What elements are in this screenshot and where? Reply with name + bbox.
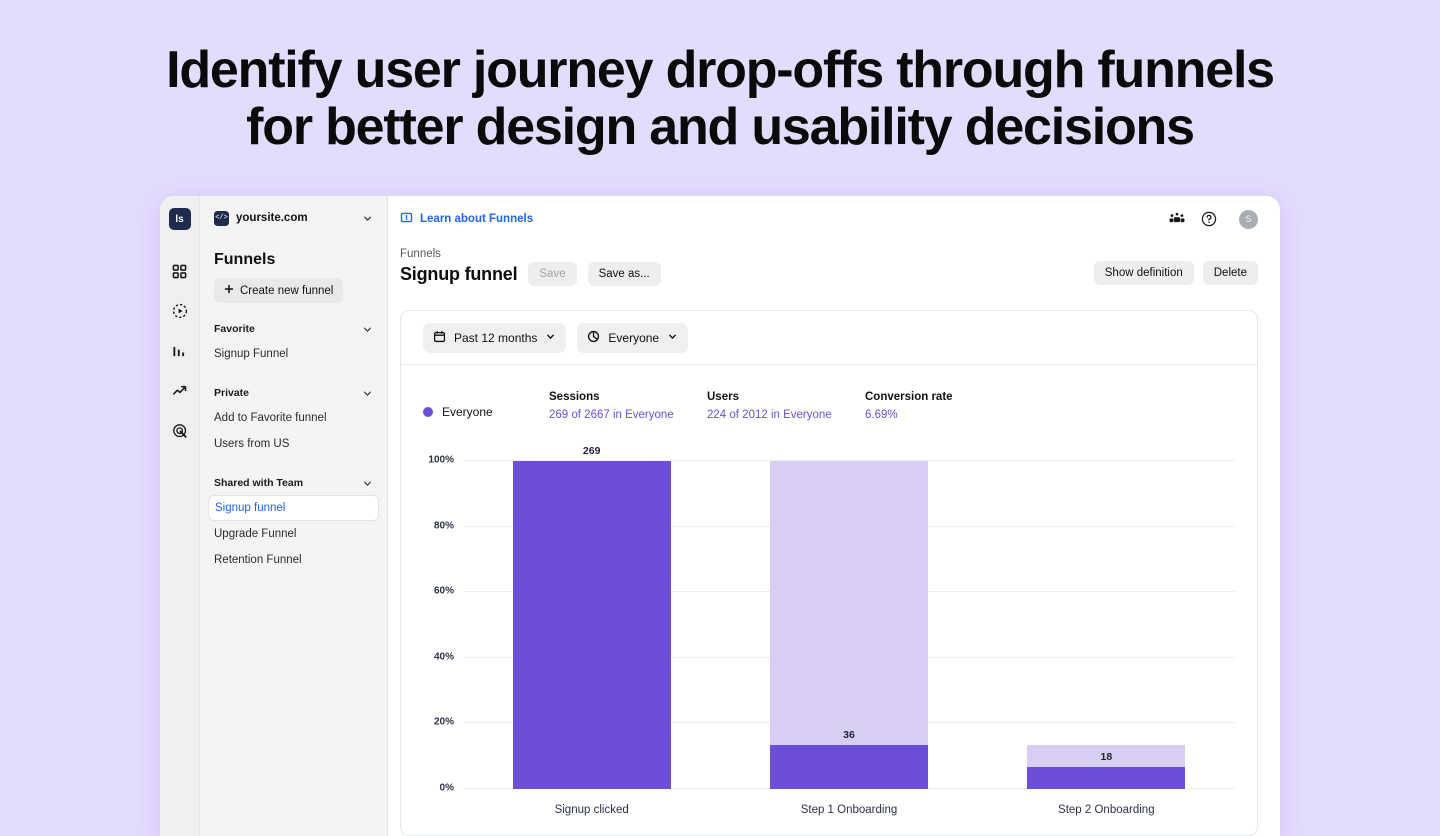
- breadcrumb[interactable]: Funnels: [400, 248, 1094, 260]
- hero-section: Identify user journey drop-offs through …: [0, 0, 1440, 156]
- learn-about-funnels-link[interactable]: Learn about Funnels: [400, 211, 533, 227]
- chart-bar-group[interactable]: 269 Signup clicked: [512, 445, 671, 816]
- segment-filter[interactable]: Everyone: [577, 322, 689, 353]
- page-header-actions: Show definition Delete: [1093, 261, 1258, 286]
- create-new-funnel-label: Create new funnel: [240, 284, 334, 297]
- show-definition-button[interactable]: Show definition: [1093, 261, 1194, 285]
- stat-conversion-rate: Conversion rate 6.69%: [865, 391, 1023, 421]
- save-as-button[interactable]: Save as...: [587, 262, 661, 286]
- stat-value[interactable]: 269 of 2667 in Everyone: [549, 409, 707, 421]
- app-logo[interactable]: ls: [168, 208, 191, 230]
- create-new-funnel-button[interactable]: Create new funnel: [214, 278, 344, 303]
- delete-button[interactable]: Delete: [1202, 261, 1258, 285]
- save-button[interactable]: Save: [528, 262, 577, 286]
- top-bar: Learn about Funnels S: [388, 196, 1280, 242]
- y-axis-tick-label: 0%: [439, 782, 454, 794]
- sidebar-group-label: Shared with Team: [214, 477, 304, 489]
- chart-bar-group[interactable]: 36 Step 1 Onboarding: [769, 461, 929, 816]
- y-axis-tick-label: 20%: [433, 716, 454, 728]
- chart-bar-fill: [1027, 767, 1186, 789]
- y-axis-tick-label: 60%: [433, 585, 454, 597]
- chart-bar-value-label: 36: [843, 729, 855, 742]
- legend-color-dot: [423, 407, 433, 417]
- funnel-chart: 0% 20% 40% 60% 80% 100% 269 Signup clicked 36 Ste…: [423, 437, 1235, 835]
- stat-sessions: Sessions 269 of 2667 in Everyone: [549, 391, 707, 421]
- filter-bar: Past 12 months Everyone: [401, 311, 1257, 365]
- sidebar-group-private[interactable]: Private: [214, 387, 373, 399]
- stats-row: Everyone Sessions 269 of 2667 in Everyon…: [401, 365, 1257, 421]
- chart-bar-value-label: 18: [1100, 751, 1113, 764]
- title-row: Signup funnel Save Save as...: [400, 262, 1094, 286]
- trend-up-icon[interactable]: [167, 378, 193, 404]
- chevron-down-icon: [362, 388, 373, 399]
- date-range-label: Past 12 months: [454, 330, 538, 345]
- calendar-icon: [433, 330, 446, 346]
- chevron-down-icon: [667, 331, 678, 345]
- chart-legend: Everyone: [423, 391, 549, 419]
- y-axis-tick-label: 80%: [433, 520, 454, 532]
- avatar[interactable]: S: [1239, 209, 1258, 229]
- x-axis-tick-label: Step 2 Onboarding: [1058, 804, 1155, 816]
- session-replay-icon[interactable]: [167, 298, 193, 324]
- page-header-left: Funnels Signup funnel Save Save as...: [400, 248, 1094, 286]
- chevron-down-icon: [362, 213, 373, 224]
- funnel-chart-card: Past 12 months Everyone Everyone Session…: [400, 310, 1258, 836]
- stat-label: Conversion rate: [865, 391, 953, 403]
- site-name: yoursite.com: [236, 212, 308, 224]
- site-code-badge: </>: [214, 210, 229, 226]
- chart-bar-value-label: 269: [582, 445, 601, 457]
- chevron-down-icon: [545, 331, 556, 345]
- segment-pie-icon: [587, 330, 600, 346]
- learn-about-funnels-label: Learn about Funnels: [420, 213, 534, 225]
- sidebar-group-label: Private: [214, 387, 250, 399]
- site-selector[interactable]: </> yoursite.com: [214, 196, 373, 240]
- chart-plot-area: 0% 20% 40% 60% 80% 100% 269 Signup clicked 36 Ste…: [428, 445, 1235, 816]
- y-axis-tick-label: 40%: [433, 651, 454, 663]
- chart-bar-fill: [512, 461, 671, 789]
- page-title: Signup funnel: [400, 263, 518, 284]
- sidebar-group-label: Favorite: [214, 323, 255, 335]
- sidebar-item-upgrade-funnel[interactable]: Upgrade Funnel: [208, 521, 379, 547]
- stat-value: 6.69%: [865, 409, 898, 421]
- bar-chart-icon[interactable]: [167, 338, 193, 364]
- page-header: Funnels Signup funnel Save Save as... Sh…: [388, 242, 1280, 286]
- stat-users: Users 224 of 2012 in Everyone: [707, 391, 865, 421]
- stat-label: Users: [707, 391, 739, 403]
- book-icon: [400, 211, 413, 227]
- app-window: ls </> yoursite.com Funnels Create new f…: [160, 196, 1280, 836]
- help-circle-icon[interactable]: [1198, 208, 1220, 230]
- segment-label: Everyone: [608, 330, 660, 345]
- page-headline: Identify user journey drop-offs through …: [166, 41, 1275, 156]
- chart-bar-group[interactable]: 18 Step 2 Onboarding: [1027, 461, 1186, 816]
- chart-bar-fill: [769, 745, 929, 789]
- chevron-down-icon: [362, 478, 373, 489]
- grid-dashboard-icon[interactable]: [167, 258, 193, 284]
- sidebar-heading: Funnels: [214, 251, 276, 268]
- x-axis-tick-label: Signup clicked: [554, 804, 629, 816]
- sidebar: </> yoursite.com Funnels Create new funn…: [200, 196, 388, 836]
- sidebar-item-add-to-favorite-funnel[interactable]: Add to Favorite funnel: [208, 405, 379, 431]
- team-icon[interactable]: [1166, 208, 1188, 230]
- sidebar-item-signup-funnel[interactable]: Signup funnel: [208, 495, 379, 521]
- icon-rail: ls: [160, 196, 200, 836]
- funnel-target-icon[interactable]: [167, 418, 193, 444]
- x-axis-tick-label: Step 1 Onboarding: [800, 804, 898, 816]
- y-axis-tick-label: 100%: [428, 454, 454, 466]
- stat-label: Sessions: [549, 391, 600, 403]
- sidebar-item-retention-funnel[interactable]: Retention Funnel: [208, 547, 379, 573]
- main-content: Learn about Funnels S Funnels Signup fun…: [388, 196, 1280, 836]
- date-range-filter[interactable]: Past 12 months: [423, 322, 567, 353]
- sidebar-item-users-from-us[interactable]: Users from US: [208, 431, 379, 457]
- sidebar-group-shared-with-team[interactable]: Shared with Team: [214, 477, 373, 489]
- stat-value[interactable]: 224 of 2012 in Everyone: [707, 409, 865, 421]
- sidebar-group-favorite[interactable]: Favorite: [214, 323, 373, 335]
- sidebar-item-signup-funnel-fav[interactable]: Signup Funnel: [208, 341, 379, 367]
- chevron-down-icon: [362, 324, 373, 335]
- legend-label: Everyone: [442, 405, 493, 419]
- plus-icon: [224, 284, 234, 297]
